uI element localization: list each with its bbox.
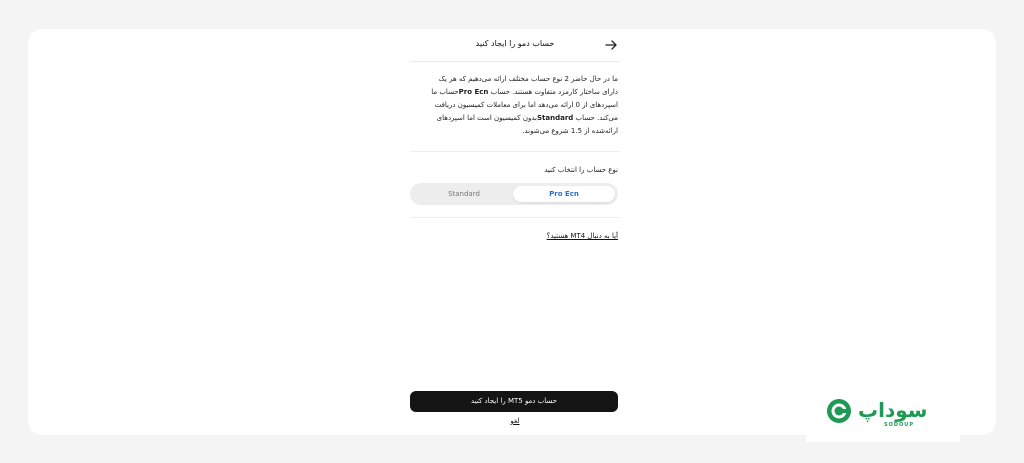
create-demo-account-panel: حساب دمو را ایجاد کنید ما در حال حاضر 2 … [410,29,620,435]
sodoup-logo-icon [827,399,851,423]
description-line: ارائه‌شده از 1.5 شروع می‌شوند. [522,127,618,135]
create-demo-mt5-button[interactable]: حساب دمو MT5 را ایجاد کنید [410,391,618,412]
mt4-link[interactable]: آیا به دنبال MT4 هستید؟ [547,232,618,240]
account-type-label: نوع حساب را انتخاب کنید [544,166,618,174]
divider [410,151,620,152]
divider [410,217,620,218]
logo-subtext: SODOUP [884,422,914,428]
option-pro-ecn[interactable]: Pro Ecn [513,186,615,202]
description-line: می‌کند. حساب Standardبدون کمیسیون است ام… [436,114,618,122]
standard-mention: Standard [537,114,574,122]
header: حساب دمو را ایجاد کنید [410,29,620,62]
watermark-logo: سوداپ SODOUP [806,392,960,442]
description-line: ما در حال حاضر 2 نوع حساب مختلف ارائه می… [438,75,618,83]
description-line: دارای ساختار کارمزد متفاوت هستند. حساب P… [431,88,618,96]
cancel-link[interactable]: لغو [410,417,620,425]
option-standard[interactable]: Standard [413,186,515,202]
logo-text: سوداپ [858,398,928,422]
description-line: اسپردهای از 0 ارائه می‌دهد اما برای معام… [434,101,618,109]
account-type-toggle: Pro Ecn Standard [410,183,618,205]
account-description: ما در حال حاضر 2 نوع حساب مختلف ارائه می… [416,73,618,138]
arrow-right-icon[interactable] [604,37,618,51]
page-title: حساب دمو را ایجاد کنید [475,39,555,48]
pro-ecn-mention: Pro Ecn [458,88,489,96]
